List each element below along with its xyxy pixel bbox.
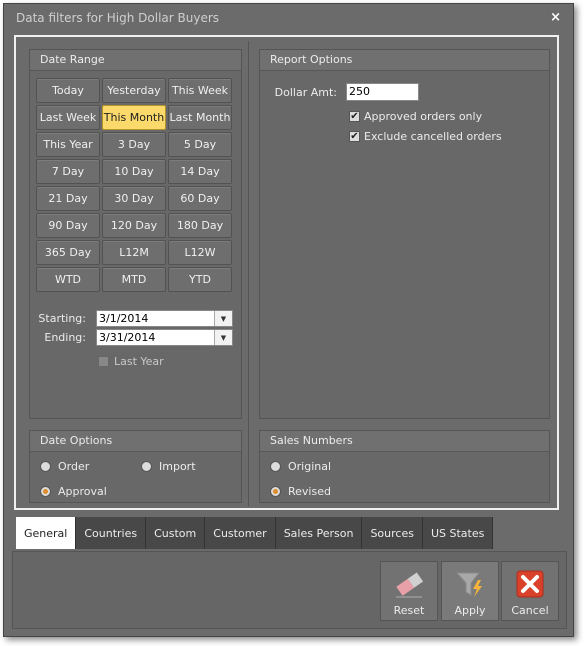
approval-radio[interactable] <box>40 486 51 497</box>
date-range-button[interactable]: 7 Day <box>36 159 100 184</box>
dollar-amt-label: Dollar Amt: <box>274 86 337 99</box>
chevron-down-icon[interactable]: ▼ <box>214 330 232 345</box>
date-range-button[interactable]: 14 Day <box>168 159 232 184</box>
date-range-button[interactable]: This Month <box>102 105 166 130</box>
close-icon[interactable]: × <box>550 10 561 25</box>
date-range-button[interactable]: 120 Day <box>102 213 166 238</box>
dollar-amt-input[interactable]: 250 <box>346 83 419 101</box>
reset-button[interactable]: Reset <box>380 561 438 621</box>
date-options-title: Date Options <box>30 431 241 452</box>
apply-button[interactable]: Apply <box>441 561 499 621</box>
order-radio[interactable] <box>40 461 51 472</box>
cancel-button[interactable]: Cancel <box>501 561 559 621</box>
starting-label: Starting: <box>38 312 86 325</box>
tab-sources[interactable]: Sources <box>362 517 423 549</box>
date-range-button[interactable]: Yesterday <box>102 78 166 103</box>
date-range-button[interactable]: MTD <box>102 267 166 292</box>
report-options-title: Report Options <box>260 50 549 71</box>
window-title: Data filters for High Dollar Buyers <box>16 11 220 25</box>
date-range-button[interactable]: L12M <box>102 240 166 265</box>
filter-dialog: Data filters for High Dollar Buyers × Da… <box>3 3 574 637</box>
funnel-lightning-icon <box>455 572 482 597</box>
tab-us-states[interactable]: US States <box>422 517 494 549</box>
date-range-button[interactable]: This Week <box>168 78 232 103</box>
date-range-title: Date Range <box>30 50 241 71</box>
tab-general[interactable]: General <box>16 517 77 549</box>
date-range-button[interactable]: Today <box>36 78 100 103</box>
date-range-button[interactable]: WTD <box>36 267 100 292</box>
chevron-down-icon[interactable]: ▼ <box>214 311 232 326</box>
eraser-icon <box>396 572 424 598</box>
general-tab-content: Date Range Today Yesterday This Week Last W… <box>14 35 559 510</box>
tab-customer[interactable]: Customer <box>205 517 276 549</box>
starting-date-value: 3/1/2014 <box>99 312 149 325</box>
date-range-button[interactable]: 60 Day <box>168 186 232 211</box>
panel-divider <box>248 41 249 506</box>
original-radio[interactable] <box>270 461 281 472</box>
title-bar: Data filters for High Dollar Buyers × <box>4 4 573 32</box>
last-year-checkbox[interactable] <box>98 356 109 367</box>
order-label: Order <box>58 460 90 473</box>
approval-label: Approval <box>58 485 107 498</box>
sales-numbers-group: Sales Numbers Original Revised <box>259 430 550 503</box>
date-range-button[interactable]: 10 Day <box>102 159 166 184</box>
filter-tabs: General Countries Custom Customer Sales Pers… <box>16 517 494 549</box>
x-box-icon <box>516 570 544 598</box>
exclude-cancelled-label: Exclude cancelled orders <box>364 130 502 143</box>
date-range-group: Date Range Today Yesterday This Week Last W… <box>29 49 242 419</box>
date-range-button[interactable]: 21 Day <box>36 186 100 211</box>
tab-countries[interactable]: Countries <box>76 517 147 549</box>
ending-date-field[interactable]: 3/31/2014 ▼ <box>96 329 233 346</box>
date-options-group: Date Options Order Import Approval <box>29 430 242 503</box>
tab-sales-person[interactable]: Sales Person <box>275 517 363 549</box>
import-label: Import <box>159 460 196 473</box>
ending-label: Ending: <box>44 331 86 344</box>
approved-orders-checkbox[interactable]: ✔ <box>349 111 360 122</box>
date-range-button[interactable]: 3 Day <box>102 132 166 157</box>
revised-label: Revised <box>288 485 331 498</box>
cancel-label: Cancel <box>511 604 549 617</box>
last-year-label: Last Year <box>114 355 164 368</box>
date-range-button[interactable]: 30 Day <box>102 186 166 211</box>
sales-numbers-title: Sales Numbers <box>260 431 549 452</box>
starting-date-field[interactable]: 3/1/2014 ▼ <box>96 310 233 327</box>
date-range-button[interactable]: Last Week <box>36 105 100 130</box>
date-range-button[interactable]: Last Month <box>168 105 232 130</box>
date-range-button[interactable]: This Year <box>36 132 100 157</box>
date-range-button[interactable]: L12W <box>168 240 232 265</box>
date-range-button[interactable]: YTD <box>168 267 232 292</box>
exclude-cancelled-checkbox[interactable]: ✔ <box>349 131 360 142</box>
date-range-button[interactable]: 90 Day <box>36 213 100 238</box>
tab-custom[interactable]: Custom <box>146 517 206 549</box>
original-label: Original <box>288 460 332 473</box>
approved-orders-label: Approved orders only <box>364 110 483 123</box>
date-range-button[interactable]: 365 Day <box>36 240 100 265</box>
import-radio[interactable] <box>141 461 152 472</box>
date-range-button[interactable]: 180 Day <box>168 213 232 238</box>
report-options-group: Report Options Dollar Amt: 250 ✔ Approve… <box>259 49 550 419</box>
revised-radio[interactable] <box>270 486 281 497</box>
reset-label: Reset <box>393 604 425 617</box>
date-range-buttons: Today Yesterday This Week Last Week This Mon… <box>36 78 236 292</box>
date-range-button[interactable]: 5 Day <box>168 132 232 157</box>
ending-date-value: 3/31/2014 <box>99 331 156 344</box>
apply-label: Apply <box>454 604 486 617</box>
